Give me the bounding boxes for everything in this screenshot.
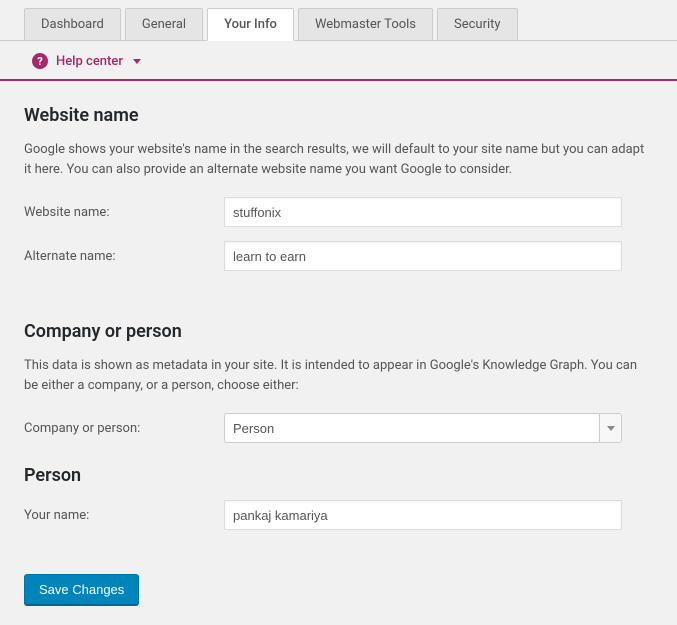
tab-label: Security — [454, 17, 501, 32]
row-company-person: Company or person: Person — [24, 413, 653, 443]
question-icon: ? — [32, 53, 48, 69]
content-area: Website name Google shows your website's… — [0, 81, 677, 625]
row-alternate-name: Alternate name: — [24, 241, 653, 271]
help-center-toggle[interactable]: ? Help center — [0, 41, 677, 81]
tab-label: Webmaster Tools — [315, 17, 416, 32]
row-website-name: Website name: — [24, 197, 653, 227]
tab-general[interactable]: General — [125, 8, 203, 40]
select-company-person-wrap: Person — [224, 413, 622, 443]
tab-webmaster-tools[interactable]: Webmaster Tools — [298, 8, 433, 40]
tabs-bar: Dashboard General Your Info Webmaster To… — [0, 0, 677, 41]
tab-label: Dashboard — [41, 17, 104, 32]
tab-dashboard[interactable]: Dashboard — [24, 8, 121, 40]
tab-label: General — [142, 17, 186, 32]
input-your-name[interactable] — [224, 500, 622, 530]
save-button-label: Save Changes — [39, 582, 124, 597]
tab-label: Your Info — [224, 17, 277, 32]
row-your-name: Your name: — [24, 500, 653, 530]
select-company-person[interactable]: Person — [224, 413, 622, 443]
label-company-person: Company or person: — [24, 421, 224, 436]
section-desc-website-name: Google shows your website's name in the … — [24, 140, 653, 179]
label-your-name: Your name: — [24, 508, 224, 523]
input-website-name[interactable] — [224, 197, 622, 227]
save-changes-button[interactable]: Save Changes — [24, 574, 139, 605]
caret-down-icon — [133, 59, 141, 64]
section-title-person: Person — [24, 465, 653, 486]
section-title-website-name: Website name — [24, 105, 653, 126]
label-alternate-name: Alternate name: — [24, 249, 224, 264]
input-alternate-name[interactable] — [224, 241, 622, 271]
help-center-label: Help center — [56, 54, 123, 69]
label-website-name: Website name: — [24, 205, 224, 220]
tab-your-info[interactable]: Your Info — [207, 8, 294, 41]
section-title-company-person: Company or person — [24, 321, 653, 342]
section-desc-company-person: This data is shown as metadata in your s… — [24, 356, 653, 395]
tab-security[interactable]: Security — [437, 8, 518, 40]
